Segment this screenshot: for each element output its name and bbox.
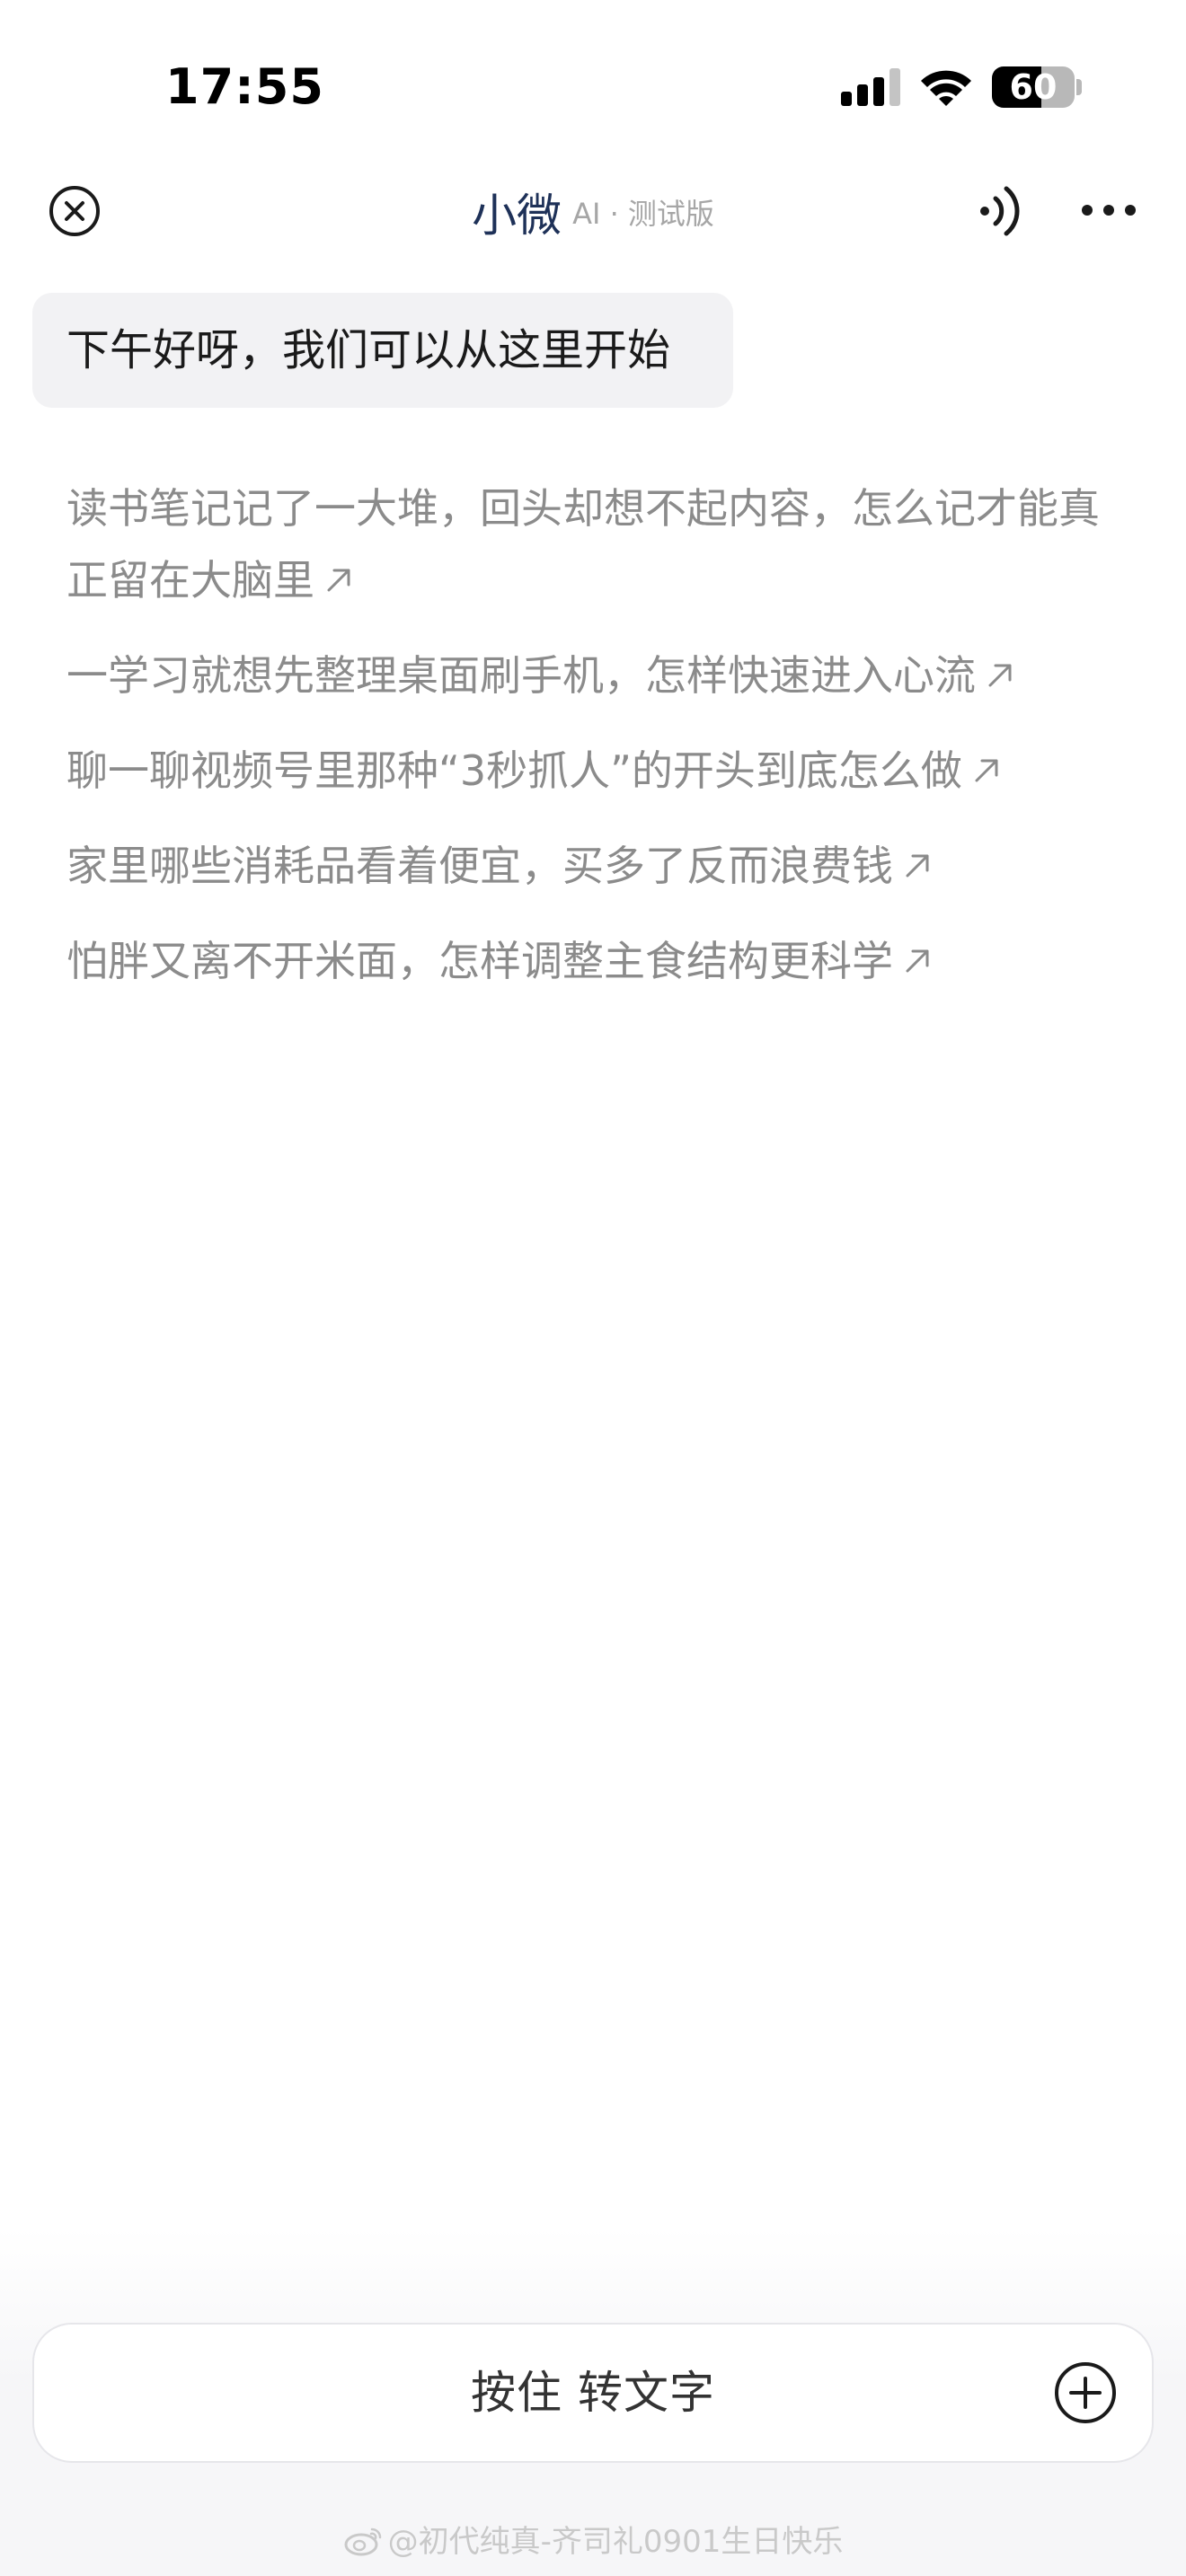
- speaker-sound-icon[interactable]: [978, 183, 1024, 239]
- more-options-icon[interactable]: [1078, 199, 1139, 221]
- suggestion-item[interactable]: 一学习就想先整理桌面刷手机，怎样快速进入心流: [66, 640, 1127, 711]
- arrow-up-right-icon: [327, 569, 350, 591]
- watermark-text: @初代纯真-齐司礼0901生日快乐: [387, 2524, 844, 2560]
- page-title: 小微: [472, 190, 562, 242]
- suggestion-item[interactable]: 读书笔记记了一大堆，回头却想不起内容，怎么记才能真正留在大脑里: [66, 472, 1127, 616]
- add-plus-icon[interactable]: [1053, 2360, 1118, 2425]
- status-time: 17:55: [165, 58, 324, 115]
- suggestion-item[interactable]: 家里哪些消耗品看着便宜，买多了反而浪费钱: [66, 830, 1127, 902]
- suggestion-list: 读书笔记记了一大堆，回头却想不起内容，怎么记才能真正留在大脑里 一学习就想先整理…: [66, 472, 1127, 1020]
- voice-input-bar[interactable]: 按住 转文字: [32, 2323, 1154, 2463]
- arrow-up-right-icon: [906, 949, 929, 972]
- suggestion-item[interactable]: 怕胖又离不开米面，怎样调整主食结构更科学: [66, 925, 1127, 997]
- watermark: @初代纯真-齐司礼0901生日快乐: [0, 2522, 1186, 2562]
- suggestion-item[interactable]: 聊一聊视频号里那种“3秒抓人”的开头到底怎么做: [66, 735, 1127, 807]
- arrow-up-right-icon: [975, 759, 998, 781]
- arrow-up-right-icon: [988, 664, 1012, 686]
- weibo-logo-icon: [344, 2527, 381, 2555]
- battery-icon: 60: [992, 66, 1075, 108]
- cellular-signal-icon: [841, 68, 900, 106]
- suggestion-text: 聊一聊视频号里那种“3秒抓人”的开头到底怎么做: [66, 746, 962, 795]
- suggestion-text: 怕胖又离不开米面，怎样调整主食结构更科学: [66, 937, 893, 985]
- arrow-up-right-icon: [906, 854, 929, 877]
- version-badge: AI · 测试版: [572, 197, 714, 231]
- suggestion-text: 一学习就想先整理桌面刷手机，怎样快速进入心流: [66, 651, 976, 700]
- battery-level: 60: [1009, 67, 1058, 107]
- wifi-icon: [921, 70, 971, 106]
- suggestion-text: 家里哪些消耗品看着便宜，买多了反而浪费钱: [66, 842, 893, 890]
- suggestion-text: 读书笔记记了一大堆，回头却想不起内容，怎么记才能真正留在大脑里: [66, 484, 1100, 604]
- battery-cap: [1076, 79, 1082, 95]
- hold-to-talk-button[interactable]: 按住 转文字: [34, 2325, 1152, 2461]
- greeting-bubble: 下午好呀，我们可以从这里开始: [32, 293, 733, 408]
